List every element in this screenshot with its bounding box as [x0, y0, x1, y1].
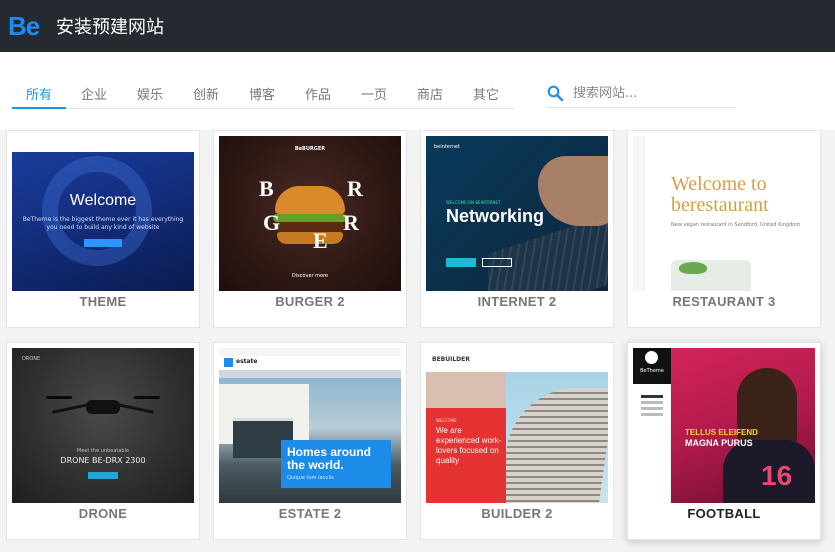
thumb-burger-bottom	[277, 232, 343, 244]
site-card-burger-2[interactable]: BeBURGER B R G E R Discover more BURGER …	[213, 130, 407, 328]
tab-shop[interactable]: 商店	[402, 80, 458, 109]
thumb-headline: Networking	[446, 206, 545, 226]
thumb-nav: BeBURGER	[294, 146, 326, 152]
thumb-tagline: New vegan restaurant in Sandford, United…	[671, 222, 801, 228]
thumb-leaf	[679, 262, 707, 274]
thumb-wall	[426, 372, 506, 408]
thumb-nav: beinternet	[434, 144, 461, 150]
site-grid: Welcome BeTheme is the biggest theme eve…	[0, 130, 835, 552]
thumb-headline: DRONE BE-DRX 2300	[60, 456, 146, 465]
app-header: Be 安装预建网站	[0, 0, 835, 52]
thumb-kicker: TELLUS ELEIFEND	[685, 428, 758, 437]
page-title: 安装预建网站	[56, 17, 164, 38]
thumb-brand-mark	[224, 358, 233, 367]
thumb-nav: DRONE	[22, 356, 41, 362]
thumb-menu	[641, 392, 663, 419]
thumb-button	[446, 258, 476, 267]
site-card-builder-2[interactable]: BEBUILDER WELCOME We are experienced wor…	[420, 342, 614, 540]
thumb-kicker: Meet the unbeatable	[76, 448, 130, 454]
site-thumbnail: BEBUILDER WELCOME We are experienced wor…	[426, 348, 608, 503]
site-card-football[interactable]: 16 BeTheme TELLUS ELEIFEND MAGNA PURUS F…	[627, 342, 821, 540]
site-name: ESTATE 2	[278, 506, 342, 521]
site-thumbnail: 16 BeTheme TELLUS ELEIFEND MAGNA PURUS	[633, 348, 815, 503]
site-name: DRONE	[78, 506, 128, 521]
thumb-brand: estate	[236, 358, 258, 365]
site-thumbnail: BeBURGER B R G E R Discover more	[219, 136, 401, 291]
site-card-estate-2[interactable]: estate Homes around the world. Quique tu…	[213, 342, 407, 540]
site-thumbnail: Welcome to berestaurant New vegan restau…	[633, 136, 815, 291]
tab-all[interactable]: 所有	[12, 80, 66, 109]
tab-one-page[interactable]: 一页	[346, 80, 402, 109]
thumb-burger-bun	[275, 186, 345, 214]
tab-other[interactable]: 其它	[458, 80, 514, 109]
filter-bar: 所有 企业 娱乐 创新 博客 作品 一页 商店 其它	[0, 52, 835, 130]
site-name: BUILDER 2	[481, 506, 553, 521]
tab-entertainment[interactable]: 娱乐	[122, 80, 178, 109]
thumb-topbar	[219, 348, 401, 356]
site-card-drone[interactable]: DRONE Meet the unbeatable DRONE BE-DRX 2…	[6, 342, 200, 540]
site-name: INTERNET 2	[477, 294, 557, 309]
be-logo[interactable]: Be	[8, 11, 40, 42]
site-name: THEME	[79, 294, 127, 309]
thumb-nav	[12, 136, 194, 152]
site-card-restaurant-3[interactable]: Welcome to berestaurant New vegan restau…	[627, 130, 821, 328]
thumb-drone-body	[86, 400, 120, 414]
thumb-decoration	[42, 156, 152, 266]
site-thumbnail: estate Homes around the world. Quique tu…	[219, 348, 401, 503]
search-input[interactable]	[573, 86, 723, 101]
tab-creative[interactable]: 创新	[178, 80, 234, 109]
site-card-internet-2[interactable]: beinternet WELCOME ON BEINTERNET Network…	[420, 130, 614, 328]
thumb-kicker: WELCOME ON BEINTERNET	[446, 200, 501, 205]
category-tabs: 所有 企业 娱乐 创新 博客 作品 一页 商店 其它	[12, 80, 515, 109]
site-card-theme[interactable]: Welcome BeTheme is the biggest theme eve…	[6, 130, 200, 328]
thumb-button	[84, 239, 122, 247]
thumb-button-outline	[482, 258, 512, 267]
thumb-headline: We are experienced work-lovers focused o…	[436, 426, 502, 465]
thumb-kicker: WELCOME	[436, 418, 457, 423]
thumb-emblem-icon	[645, 351, 658, 364]
thumb-drone-prop	[134, 396, 160, 399]
site-name: RESTAURANT 3	[672, 294, 776, 309]
thumb-drone-prop	[46, 396, 72, 399]
tab-blog[interactable]: 博客	[234, 80, 290, 109]
thumb-headline: Welcome	[69, 192, 137, 209]
tab-business[interactable]: 企业	[66, 80, 122, 109]
thumb-shirt-number: 16	[761, 460, 793, 491]
thumb-headline: Homes around the world.	[287, 445, 372, 472]
thumb-burger-patty	[275, 222, 345, 232]
thumb-footer: Discover more	[291, 273, 329, 279]
tab-portfolio[interactable]: 作品	[290, 80, 346, 109]
site-thumbnail: beinternet WELCOME ON BEINTERNET Network…	[426, 136, 608, 291]
thumb-headline: MAGNA PURUS	[685, 438, 753, 448]
site-name: FOOTBALL	[687, 506, 761, 521]
thumb-sidebar	[633, 136, 645, 291]
thumb-hand	[538, 156, 608, 226]
thumb-tagline: BeTheme is the biggest theme ever it has…	[22, 216, 184, 231]
site-thumbnail: Welcome BeTheme is the biggest theme eve…	[12, 136, 194, 291]
thumb-brand: BEBUILDER	[432, 356, 470, 363]
thumb-tagline: Quique tum iaculis	[287, 475, 334, 481]
search-box	[546, 80, 736, 108]
thumb-brand: BeTheme	[640, 368, 664, 374]
site-thumbnail: DRONE Meet the unbeatable DRONE BE-DRX 2…	[12, 348, 194, 503]
thumb-headline: Welcome to berestaurant	[671, 173, 769, 216]
site-name: BURGER 2	[275, 294, 345, 309]
thumb-burger-lettuce	[273, 214, 347, 222]
search-icon	[547, 85, 564, 102]
thumb-button	[88, 472, 118, 479]
